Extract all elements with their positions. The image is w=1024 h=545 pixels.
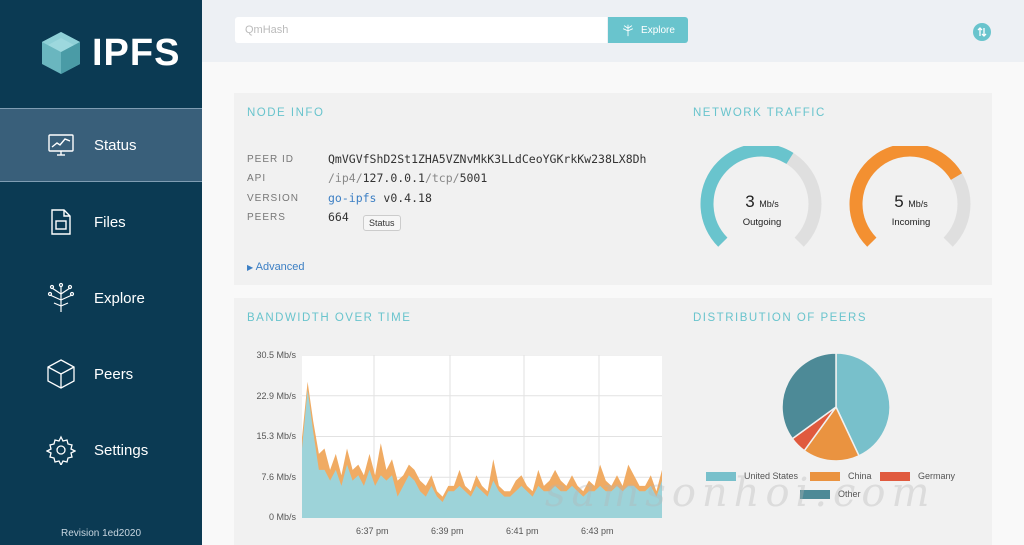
incoming-caption: Incoming bbox=[891, 217, 931, 228]
revision-label: Revision 1ed2020 bbox=[60, 528, 142, 539]
api-value: /ip4/127.0.0.1/tcp/5001 bbox=[328, 171, 487, 185]
api-protocol: /ip4/ bbox=[328, 171, 363, 185]
y-tick-label: 22.9 Mb/s bbox=[256, 391, 296, 401]
disclosure-triangle-icon: ▶ bbox=[247, 263, 254, 272]
sidebar-item-label: Peers bbox=[94, 365, 134, 383]
node-info-title: NODE INFO bbox=[247, 107, 325, 119]
y-tick-label: 7.6 Mb/s bbox=[261, 472, 296, 482]
sidebar-item-label: Status bbox=[94, 136, 137, 154]
status-icon bbox=[46, 130, 76, 160]
bandwidth-title: BANDWIDTH OVER TIME bbox=[247, 312, 412, 324]
api-port: 5001 bbox=[459, 171, 488, 185]
sidebar-item-label: Files bbox=[94, 213, 126, 231]
connection-status-icon[interactable] bbox=[973, 23, 991, 41]
sidebar-item-status[interactable]: Status bbox=[0, 108, 202, 182]
x-tick-label: 6:37 pm bbox=[356, 526, 389, 536]
api-transport: /tcp/ bbox=[424, 171, 460, 185]
sidebar-item-explore[interactable]: Explore bbox=[0, 261, 202, 335]
status-tooltip: Status bbox=[363, 215, 401, 231]
incoming-value: 5 bbox=[894, 192, 904, 211]
sidebar-item-label: Explore bbox=[94, 289, 145, 307]
x-tick-label: 6:39 pm bbox=[431, 526, 464, 536]
hash-search-input[interactable] bbox=[235, 17, 607, 43]
version-label: VERSION bbox=[247, 193, 300, 204]
watermark: samsonhoi.com bbox=[545, 470, 936, 516]
peer-id-value: QmVGVfShD2St1ZHA5VZNvMkK3LLdCeoYGKrkKw23… bbox=[328, 152, 647, 166]
explore-button[interactable]: Explore bbox=[608, 17, 688, 43]
sidebar-item-label: Settings bbox=[94, 441, 149, 459]
advanced-label: Advanced bbox=[255, 261, 305, 273]
explore-icon bbox=[623, 24, 634, 37]
incoming-readout: 5 Mb/s Incoming bbox=[871, 192, 951, 230]
version-value: go-ipfs v0.4.18 bbox=[328, 191, 432, 205]
y-tick-label: 0 Mb/s bbox=[268, 512, 296, 522]
incoming-unit: Mb/s bbox=[908, 199, 928, 209]
x-tick-label: 6:41 pm bbox=[506, 526, 539, 536]
sidebar-item-peers[interactable]: Peers bbox=[0, 337, 202, 411]
peer-id-label: PEER ID bbox=[247, 154, 295, 165]
files-icon bbox=[46, 207, 76, 237]
sidebar: IPFS Status Files Explore Peers Settings… bbox=[0, 0, 202, 545]
ipfs-logo[interactable]: IPFS bbox=[40, 30, 180, 76]
explore-icon bbox=[46, 282, 76, 313]
y-tick-label: 30.5 Mb/s bbox=[256, 350, 296, 360]
version-link[interactable]: go-ipfs bbox=[328, 191, 376, 205]
outgoing-unit: Mb/s bbox=[759, 199, 779, 209]
api-label: API bbox=[247, 173, 267, 184]
advanced-toggle[interactable]: ▶ Advanced bbox=[247, 261, 305, 273]
y-tick-label: 15.3 Mb/s bbox=[256, 431, 296, 441]
explore-button-label: Explore bbox=[641, 24, 675, 36]
peers-count: 664 bbox=[328, 210, 349, 224]
network-traffic-title: NETWORK TRAFFIC bbox=[693, 107, 826, 119]
x-tick-label: 6:43 pm bbox=[581, 526, 614, 536]
outgoing-value: 3 bbox=[745, 192, 755, 211]
outgoing-readout: 3 Mb/s Outgoing bbox=[722, 192, 802, 230]
top-bar: Explore bbox=[202, 0, 1024, 62]
version-number: v0.4.18 bbox=[383, 191, 432, 205]
settings-icon bbox=[46, 435, 76, 465]
logo-text: IPFS bbox=[92, 31, 181, 74]
outgoing-caption: Outgoing bbox=[742, 217, 782, 228]
sidebar-item-settings[interactable]: Settings bbox=[0, 413, 202, 487]
ipfs-cube-icon bbox=[42, 32, 80, 74]
peers-label: PEERS bbox=[247, 212, 286, 223]
peers-distribution-title: DISTRIBUTION OF PEERS bbox=[693, 312, 867, 324]
api-address: 127.0.0.1 bbox=[362, 171, 425, 185]
peers-icon bbox=[46, 359, 76, 389]
peers-pie-chart bbox=[781, 352, 891, 462]
sidebar-item-files[interactable]: Files bbox=[0, 185, 202, 259]
